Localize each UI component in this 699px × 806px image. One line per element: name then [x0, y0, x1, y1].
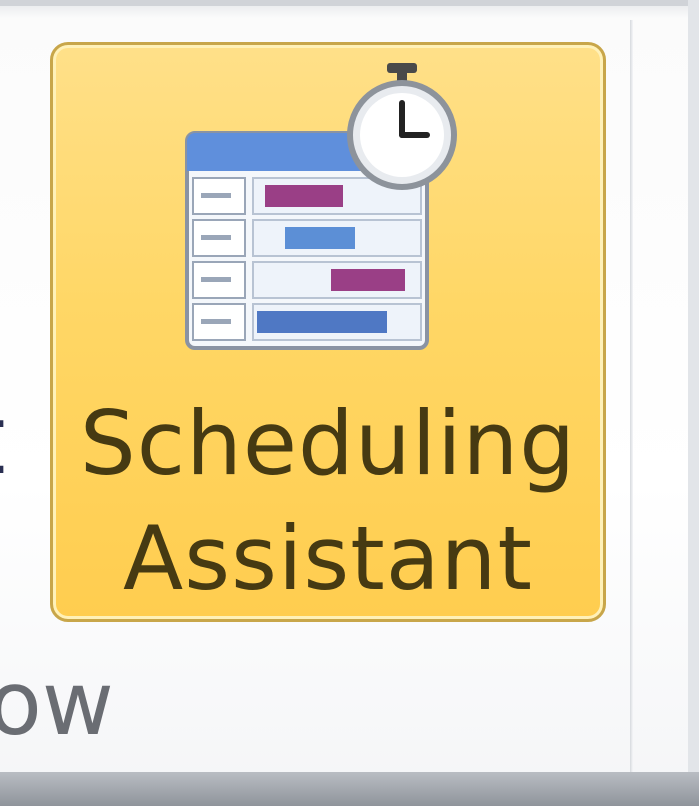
- scheduling-assistant-label-line1: Scheduling: [79, 392, 577, 495]
- ribbon-top-border: [0, 0, 699, 6]
- ribbon-panel: t ow: [0, 0, 699, 806]
- scheduling-assistant-button[interactable]: Scheduling Assistant: [50, 42, 606, 622]
- ribbon-bottom-border: [0, 772, 699, 806]
- scheduling-assistant-icon: [185, 63, 457, 350]
- ribbon-right-edge: [688, 0, 699, 806]
- scheduling-assistant-label-line2: Assistant: [123, 507, 533, 610]
- ribbon-group-label: ow: [0, 652, 114, 755]
- partial-button-label: t: [0, 392, 6, 488]
- group-divider: [630, 20, 633, 772]
